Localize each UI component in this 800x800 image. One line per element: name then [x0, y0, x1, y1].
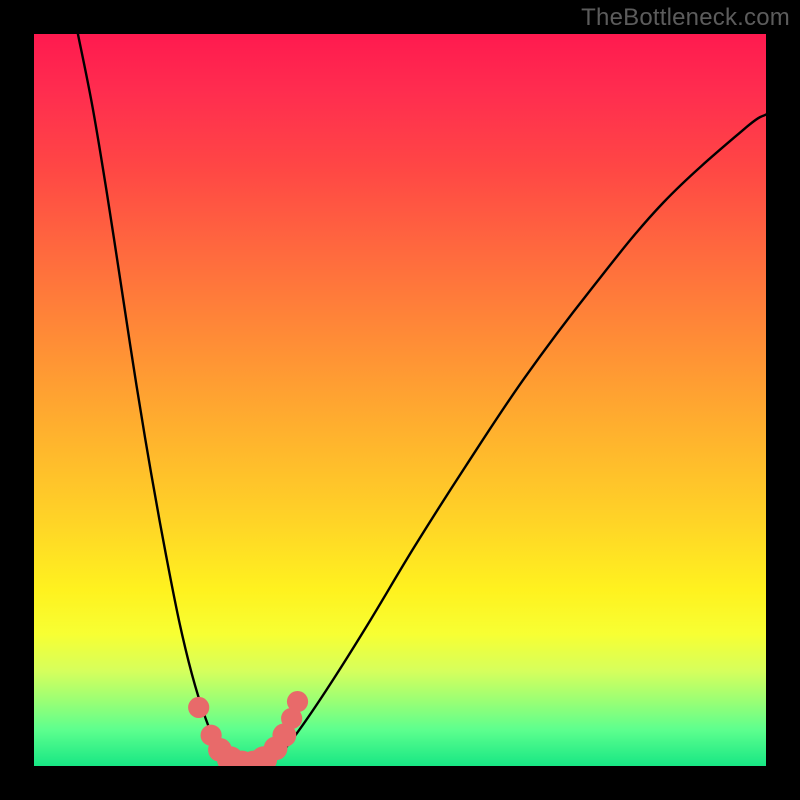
- plot-area: [34, 34, 766, 766]
- marker-dot: [287, 691, 308, 712]
- watermark-text: TheBottleneck.com: [581, 4, 790, 32]
- right-branch-path: [268, 115, 766, 766]
- curve-layer: [34, 34, 766, 766]
- chart-stage: TheBottleneck.com: [0, 0, 800, 800]
- marker-dot: [188, 697, 209, 718]
- left-branch-path: [78, 34, 232, 766]
- marker-group: [188, 691, 308, 766]
